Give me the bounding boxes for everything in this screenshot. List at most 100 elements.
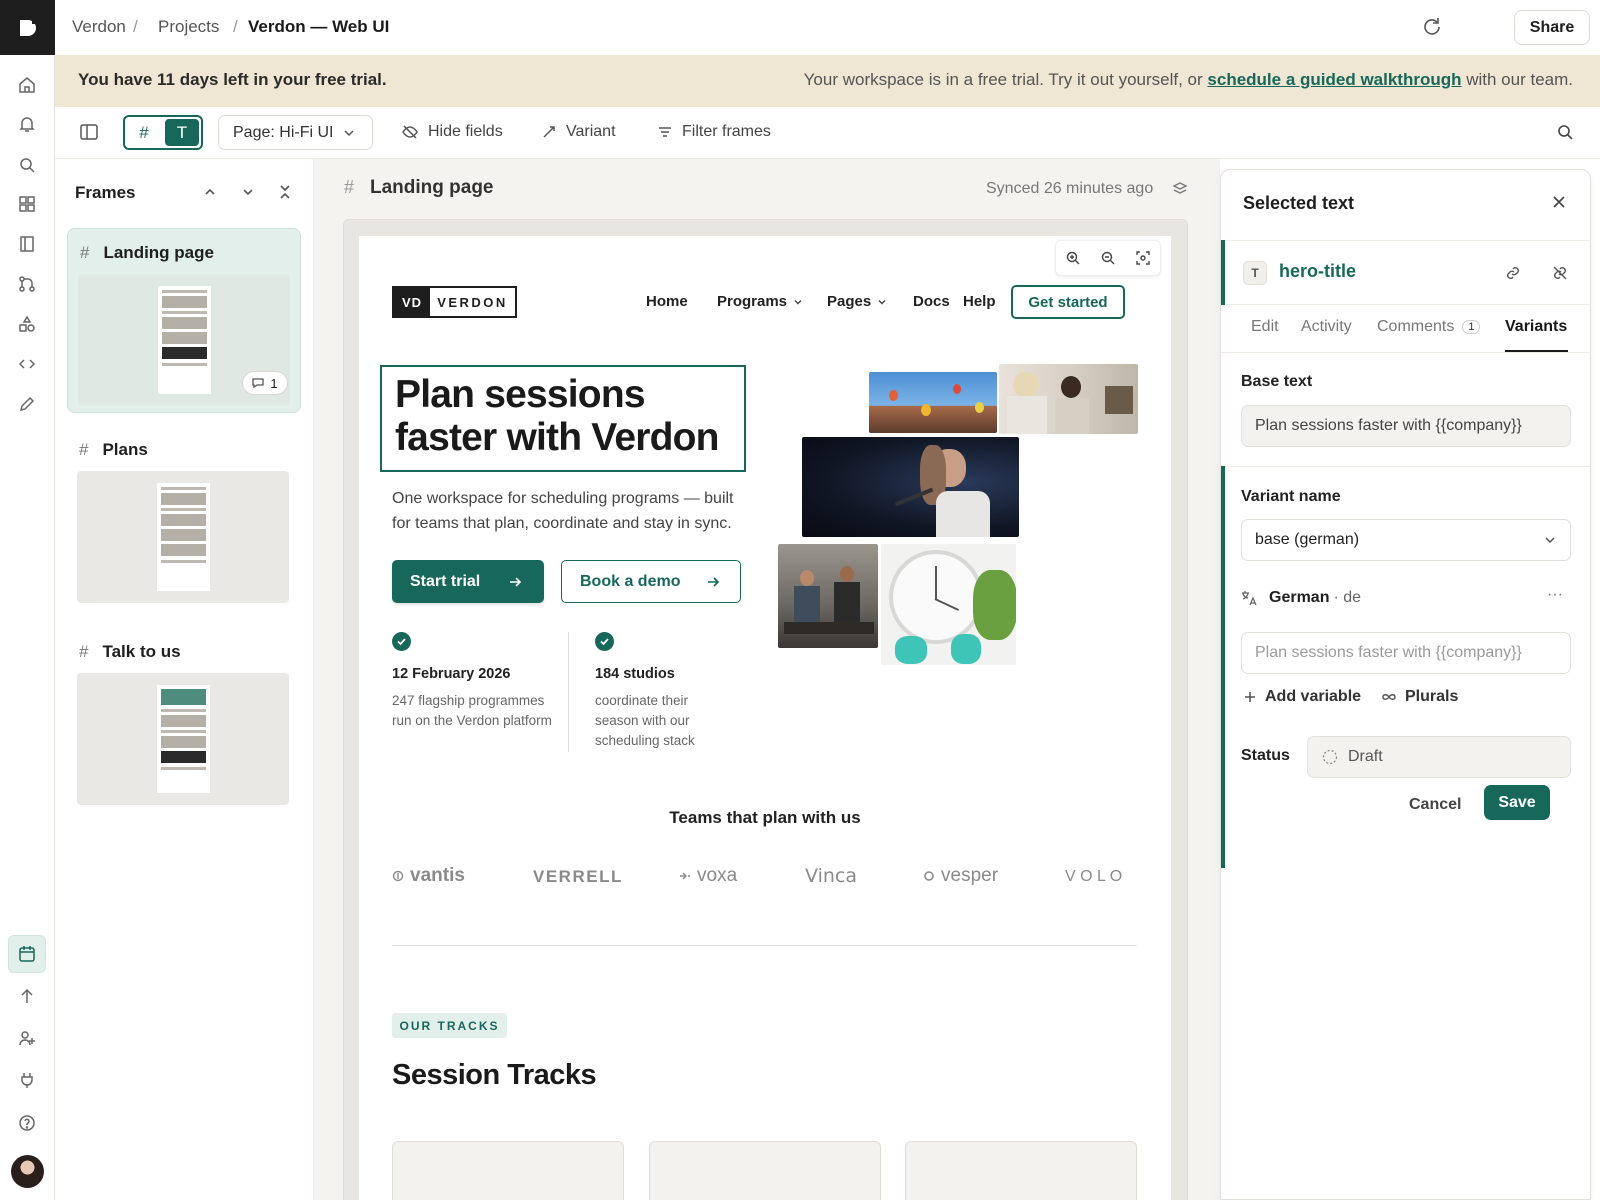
tab-label: Edit (1251, 318, 1279, 335)
link-icon[interactable] (1505, 265, 1521, 281)
pencil-icon[interactable] (14, 391, 40, 417)
singer-photo (802, 437, 1019, 537)
zoom-in-icon[interactable] (1065, 250, 1081, 266)
frame-thumbnail: 1 (78, 274, 290, 406)
branch-icon[interactable] (14, 271, 40, 297)
frame-item-landing-page[interactable]: # Landing page 1 (67, 228, 301, 413)
mode-toggle[interactable]: # T (123, 115, 203, 150)
add-variable-button[interactable]: Add variable (1243, 688, 1361, 706)
arrow-right-icon (708, 576, 720, 587)
top-bar: Verdon / Projects / Verdon — Web UI Shar… (55, 0, 1600, 55)
frames-mode-button[interactable]: # (127, 119, 161, 146)
track-card[interactable] (905, 1141, 1137, 1200)
canvas: # Landing page Synced 26 minutes ago VD … (314, 159, 1220, 1200)
refresh-icon[interactable] (1421, 16, 1443, 38)
panel-accent (1221, 240, 1225, 305)
home-icon[interactable] (14, 72, 40, 98)
trial-days-left: You have 11 days left in your free trial… (78, 70, 387, 89)
sidebar-toggle-icon[interactable] (79, 122, 99, 142)
filter-frames-button[interactable]: Filter frames (657, 123, 771, 141)
comment-icon (252, 378, 265, 389)
breadcrumb-verdon[interactable]: Verdon (72, 17, 126, 37)
frame-item-plans[interactable]: # Plans (67, 426, 301, 606)
app-logo[interactable] (0, 0, 55, 55)
variant-name-select[interactable]: base (german) (1241, 519, 1571, 561)
thumbnail-page (157, 483, 210, 591)
variant-name-label: Variant name (1241, 488, 1341, 505)
team-logo-text: Vinca (805, 865, 857, 887)
bell-icon[interactable] (14, 111, 40, 137)
grid-icon[interactable] (14, 191, 40, 217)
add-user-icon[interactable] (14, 1025, 40, 1051)
chevron-down-icon[interactable] (241, 185, 255, 199)
nav-docs[interactable]: Docs (913, 293, 950, 310)
canvas-frame-title: Landing page (370, 177, 494, 198)
frames-panel-title: Frames (75, 183, 136, 202)
comment-count-badge[interactable]: 1 (242, 371, 288, 395)
plug-icon[interactable] (14, 1067, 40, 1093)
infinity-icon (1382, 694, 1396, 700)
tab-activity[interactable]: Activity (1301, 318, 1352, 336)
nav-home[interactable]: Home (646, 293, 688, 310)
nav-programs[interactable]: Programs (717, 293, 803, 310)
hero-title-selection[interactable]: Plan sessions faster with Verdon (380, 365, 746, 472)
unlink-icon[interactable] (1552, 265, 1568, 281)
calendar-icon[interactable] (8, 935, 46, 973)
breadcrumb-projects[interactable]: Projects (158, 17, 219, 37)
layers-icon[interactable] (1172, 181, 1188, 197)
shapes-icon[interactable] (14, 311, 40, 337)
language-more-icon[interactable]: ··· (1547, 586, 1563, 604)
more-menu-icon[interactable]: ··· (1554, 13, 1572, 34)
start-trial-button[interactable]: Start trial (392, 560, 544, 603)
nav-help[interactable]: Help (963, 293, 996, 310)
schedule-walkthrough-link[interactable]: schedule a guided walkthrough (1207, 70, 1461, 89)
track-card[interactable] (392, 1141, 624, 1200)
save-button[interactable]: Save (1484, 785, 1550, 820)
avatar[interactable] (11, 1155, 44, 1188)
hero-title[interactable]: Plan sessions faster with Verdon (395, 373, 744, 459)
track-card[interactable] (649, 1141, 881, 1200)
help-icon[interactable] (14, 1110, 40, 1136)
tab-comments[interactable]: Comments 1 (1377, 318, 1481, 336)
frame-item-talk-to-us[interactable]: # Talk to us (67, 628, 301, 808)
text-mode-button[interactable]: T (165, 119, 199, 146)
search-icon[interactable] (14, 152, 40, 178)
tab-label: Comments (1377, 318, 1455, 335)
selected-text-panel: Selected text T hero-title Edit Activity… (1220, 169, 1591, 1200)
cancel-button[interactable]: Cancel (1409, 796, 1461, 814)
page-select[interactable]: Page: Hi-Fi UI (218, 115, 373, 150)
zoom-out-icon[interactable] (1100, 250, 1116, 266)
check-icon (595, 632, 614, 651)
landing-page-frame[interactable]: VD VERDON Home Programs Pages Docs Help … (359, 236, 1171, 1200)
book-demo-label: Book a demo (580, 572, 681, 590)
site-logo[interactable]: VD VERDON (392, 286, 517, 318)
code-icon[interactable] (14, 351, 40, 377)
chevron-up-icon[interactable] (203, 185, 217, 199)
left-rail (0, 0, 55, 1200)
page-title: Verdon — Web UI (248, 17, 390, 36)
tab-variants[interactable]: Variants (1505, 318, 1567, 336)
plurals-button[interactable]: Plurals (1381, 688, 1458, 706)
search-icon[interactable] (1556, 123, 1574, 141)
nav-pages[interactable]: Pages (827, 293, 887, 310)
collapse-all-icon[interactable] (278, 183, 292, 201)
status-value: Draft (1348, 748, 1383, 765)
tab-edit[interactable]: Edit (1251, 318, 1279, 336)
book-icon[interactable] (14, 231, 40, 257)
add-variable-label: Add variable (1265, 688, 1362, 705)
status-select[interactable]: Draft (1307, 736, 1571, 778)
hide-fields-button[interactable]: Hide fields (401, 123, 503, 141)
frame-name-label: Plans (102, 440, 148, 459)
fit-screen-icon[interactable] (1135, 250, 1151, 266)
stat-description: coordinate their season with our schedul… (595, 693, 695, 748)
get-started-button[interactable]: Get started (1011, 285, 1125, 319)
variant-button[interactable]: Variant (541, 123, 616, 141)
tracks-tag: OUR TRACKS (392, 1013, 507, 1038)
close-icon[interactable] (1551, 194, 1567, 210)
share-button[interactable]: Share (1514, 10, 1590, 45)
team-logo-vantis: vantis (392, 865, 465, 887)
german-text-input[interactable]: Plan sessions faster with {{company}} (1241, 632, 1571, 674)
book-demo-button[interactable]: Book a demo (561, 560, 741, 603)
variant-icon (543, 126, 555, 138)
arrow-up-icon[interactable] (14, 983, 40, 1009)
